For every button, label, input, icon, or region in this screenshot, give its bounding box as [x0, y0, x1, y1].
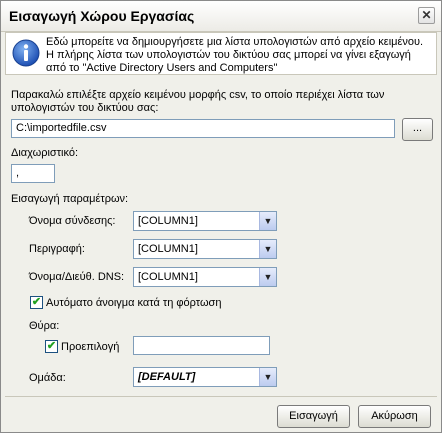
cancel-button[interactable]: Ακύρωση — [358, 405, 431, 428]
login-name-select[interactable]: [COLUMN1] ▼ — [133, 211, 277, 231]
separator-label: Διαχωριστικό: — [11, 147, 79, 159]
port-input[interactable] — [133, 336, 270, 355]
file-path-input[interactable]: C:\importedfile.csv — [11, 119, 395, 138]
info-text: Εδώ μπορείτε να δημιουργήσετε μια λίστα … — [46, 36, 424, 74]
autoopen-checkbox[interactable]: ✔ — [30, 296, 43, 309]
port-label: Θύρα: — [29, 320, 60, 332]
dns-label: Όνομα/Διεύθ. DNS: — [29, 271, 125, 283]
info-panel: Εδώ μπορείτε να δημιουργήσετε μια λίστα … — [5, 32, 437, 75]
title-bar[interactable]: Εισαγωγή Χώρου Εργασίας ✕ — [1, 1, 441, 32]
params-heading: Εισαγωγή παραμέτρων: — [11, 193, 129, 205]
port-default-checkbox[interactable]: ✔ — [45, 340, 58, 353]
description-select[interactable]: [COLUMN1] ▼ — [133, 239, 277, 259]
file-prompt: Παρακαλώ επιλέξτε αρχείο κειμένου μορφής… — [11, 89, 385, 114]
chevron-down-icon[interactable]: ▼ — [259, 368, 276, 386]
close-button[interactable]: ✕ — [418, 7, 435, 24]
chevron-down-icon[interactable]: ▼ — [259, 240, 276, 258]
divider — [5, 396, 437, 397]
separator-input[interactable]: , — [11, 164, 55, 183]
group-value: [DEFAULT] — [138, 371, 196, 383]
port-default-label: Προεπιλογή — [61, 341, 120, 353]
description-value: [COLUMN1] — [138, 243, 198, 255]
chevron-down-icon[interactable]: ▼ — [259, 212, 276, 230]
import-button[interactable]: Εισαγωγή — [277, 405, 350, 428]
info-icon — [12, 39, 40, 67]
description-label: Περιγραφή: — [29, 243, 85, 255]
group-label: Ομάδα: — [29, 372, 66, 384]
autoopen-label: Αυτόματο άνοιγμα κατά τη φόρτωση — [46, 297, 222, 309]
login-name-label: Όνομα σύνδεσης: — [29, 215, 116, 227]
group-select[interactable]: [DEFAULT] ▼ — [133, 367, 277, 387]
chevron-down-icon[interactable]: ▼ — [259, 268, 276, 286]
login-name-value: [COLUMN1] — [138, 215, 198, 227]
dns-select[interactable]: [COLUMN1] ▼ — [133, 267, 277, 287]
browse-button[interactable]: ... — [402, 118, 433, 141]
import-workspace-dialog: Εισαγωγή Χώρου Εργασίας ✕ Εδώ μπορείτε ν… — [0, 0, 442, 433]
dialog-title: Εισαγωγή Χώρου Εργασίας — [9, 8, 195, 24]
dns-value: [COLUMN1] — [138, 271, 198, 283]
